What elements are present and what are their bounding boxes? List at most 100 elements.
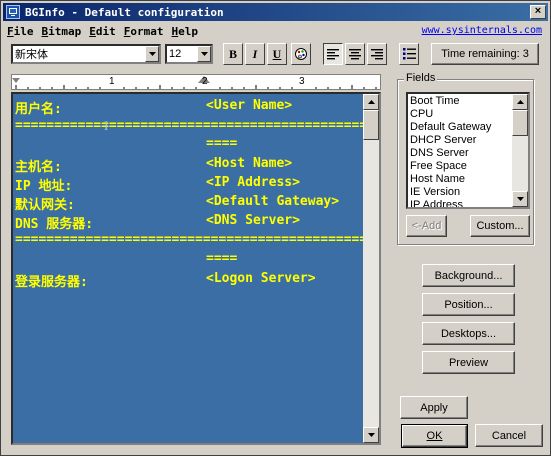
position-label: Position... xyxy=(444,298,493,311)
time-remaining-label: Time remaining: 3 xyxy=(441,48,529,60)
bginfo-app-icon xyxy=(6,5,20,19)
line-value: <Default Gateway> xyxy=(206,194,340,209)
fields-scrollbar[interactable] xyxy=(512,94,528,207)
background-button[interactable]: Background... xyxy=(422,264,515,287)
cancel-label: Cancel xyxy=(491,429,527,442)
align-right-button[interactable] xyxy=(367,43,387,65)
sysinternals-link[interactable]: www.sysinternals.com xyxy=(422,25,542,36)
position-button[interactable]: Position... xyxy=(422,293,515,316)
font-size-combo[interactable]: 12 xyxy=(165,44,213,64)
menu-format[interactable]: Format xyxy=(120,25,168,38)
preview-button[interactable]: Preview xyxy=(422,351,515,374)
bold-button[interactable]: B xyxy=(223,43,243,65)
bginfo-window: BGInfo - Default configuration × File Bi… xyxy=(0,0,551,456)
arrow-up-icon xyxy=(516,100,524,104)
list-item[interactable]: Default Gateway xyxy=(410,121,491,134)
list-item[interactable]: IP Address xyxy=(410,199,491,207)
title-bar[interactable]: BGInfo - Default configuration × xyxy=(3,3,548,21)
editor-separator: ========================================… xyxy=(15,118,368,133)
list-item[interactable]: CPU xyxy=(410,108,491,121)
time-remaining-button[interactable]: Time remaining: 3 xyxy=(431,43,539,65)
text-cursor-icon: I xyxy=(104,118,109,133)
line-value: <DNS Server> xyxy=(206,213,300,228)
arrow-down-icon xyxy=(367,433,375,437)
left-indent-marker xyxy=(12,78,20,83)
menu-edit[interactable]: Edit xyxy=(85,25,120,38)
ruler-mark-3: 3 xyxy=(299,76,305,87)
fields-list: Boot Time CPU Default Gateway DHCP Serve… xyxy=(410,95,491,207)
list-item[interactable]: Boot Time xyxy=(410,95,491,108)
ok-label: OK xyxy=(426,430,443,442)
font-name-value: 新宋体 xyxy=(15,49,48,61)
fields-legend: Fields xyxy=(404,72,438,84)
italic-button[interactable]: I xyxy=(245,43,265,65)
custom-field-button[interactable]: Custom... xyxy=(470,215,530,237)
preview-label: Preview xyxy=(448,356,489,369)
desktops-button[interactable]: Desktops... xyxy=(422,322,515,345)
line-label: 登录服务器: xyxy=(15,275,88,290)
underline-button[interactable]: U xyxy=(267,43,287,65)
menu-bitmap[interactable]: Bitmap xyxy=(38,25,86,38)
list-item[interactable]: DNS Server xyxy=(410,147,491,160)
add-field-label: <-Add xyxy=(411,220,442,232)
ruler-mark-2: 2 xyxy=(202,76,208,87)
align-left-icon xyxy=(327,48,339,59)
ruler-mark-1: 1 xyxy=(109,76,115,87)
line-label: 默认网关: xyxy=(15,198,75,213)
align-center-icon xyxy=(349,48,361,59)
scroll-down-button[interactable] xyxy=(363,427,379,443)
desktops-label: Desktops... xyxy=(440,327,497,340)
menu-help[interactable]: Help xyxy=(168,25,203,38)
separator-tail: ==== xyxy=(206,136,238,151)
add-field-button[interactable]: <-Add xyxy=(406,215,447,237)
separator-tail: ==== xyxy=(206,251,238,266)
scroll-up-button[interactable] xyxy=(512,94,528,110)
fields-listbox[interactable]: Boot Time CPU Default Gateway DHCP Serve… xyxy=(406,92,530,209)
editor-area[interactable]: 用户名: <User Name> =======================… xyxy=(11,92,381,445)
underline-icon: U xyxy=(272,46,282,61)
line-label: 用户名: xyxy=(15,102,62,117)
line-value: <IP Address> xyxy=(206,175,300,190)
editor-line-user: 用户名: xyxy=(15,98,62,117)
bullet-list-button[interactable] xyxy=(399,43,419,65)
window-title: BGInfo - Default configuration xyxy=(25,5,224,19)
list-item[interactable]: Free Space xyxy=(410,160,491,173)
list-item[interactable]: DHCP Server xyxy=(410,134,491,147)
list-item[interactable]: IE Version xyxy=(410,186,491,199)
background-label: Background... xyxy=(434,269,503,282)
line-label: IP 地址: xyxy=(15,179,73,194)
apply-button[interactable]: Apply xyxy=(400,396,468,419)
scroll-thumb[interactable] xyxy=(512,110,528,136)
line-value: <Logon Server> xyxy=(206,271,316,286)
align-center-button[interactable] xyxy=(345,43,365,65)
chevron-down-icon[interactable] xyxy=(197,46,211,62)
bullet-list-icon xyxy=(402,48,416,60)
list-item[interactable]: Host Name xyxy=(410,173,491,186)
bold-icon: B xyxy=(228,46,237,61)
align-left-button[interactable] xyxy=(323,43,343,65)
scroll-thumb[interactable] xyxy=(363,110,379,140)
align-right-icon xyxy=(371,48,383,59)
font-name-combo[interactable]: 新宋体 xyxy=(11,44,161,64)
close-button[interactable]: × xyxy=(530,5,546,19)
arrow-up-icon xyxy=(367,100,375,104)
line-value: <User Name> xyxy=(206,98,293,113)
ok-button[interactable]: OK xyxy=(401,424,468,448)
scroll-down-button[interactable] xyxy=(512,191,528,207)
apply-label: Apply xyxy=(420,401,448,414)
ruler[interactable]: 1 2 3 xyxy=(11,74,381,90)
chevron-down-icon[interactable] xyxy=(145,46,159,62)
color-picker-button[interactable] xyxy=(291,43,311,65)
scroll-up-button[interactable] xyxy=(363,94,379,110)
italic-icon: I xyxy=(252,46,258,61)
menu-bar: File Bitmap Edit Format Help www.sysinte… xyxy=(3,22,548,40)
editor-scrollbar[interactable] xyxy=(363,94,379,443)
custom-field-label: Custom... xyxy=(476,220,524,232)
line-label: DNS 服务器: xyxy=(15,217,94,232)
cancel-button[interactable]: Cancel xyxy=(475,424,543,447)
font-size-value: 12 xyxy=(169,48,182,60)
editor-content[interactable]: 用户名: <User Name> =======================… xyxy=(13,94,368,443)
menu-file[interactable]: File xyxy=(3,25,38,38)
palette-icon xyxy=(295,48,307,60)
editor-separator: ========================================… xyxy=(15,232,368,247)
